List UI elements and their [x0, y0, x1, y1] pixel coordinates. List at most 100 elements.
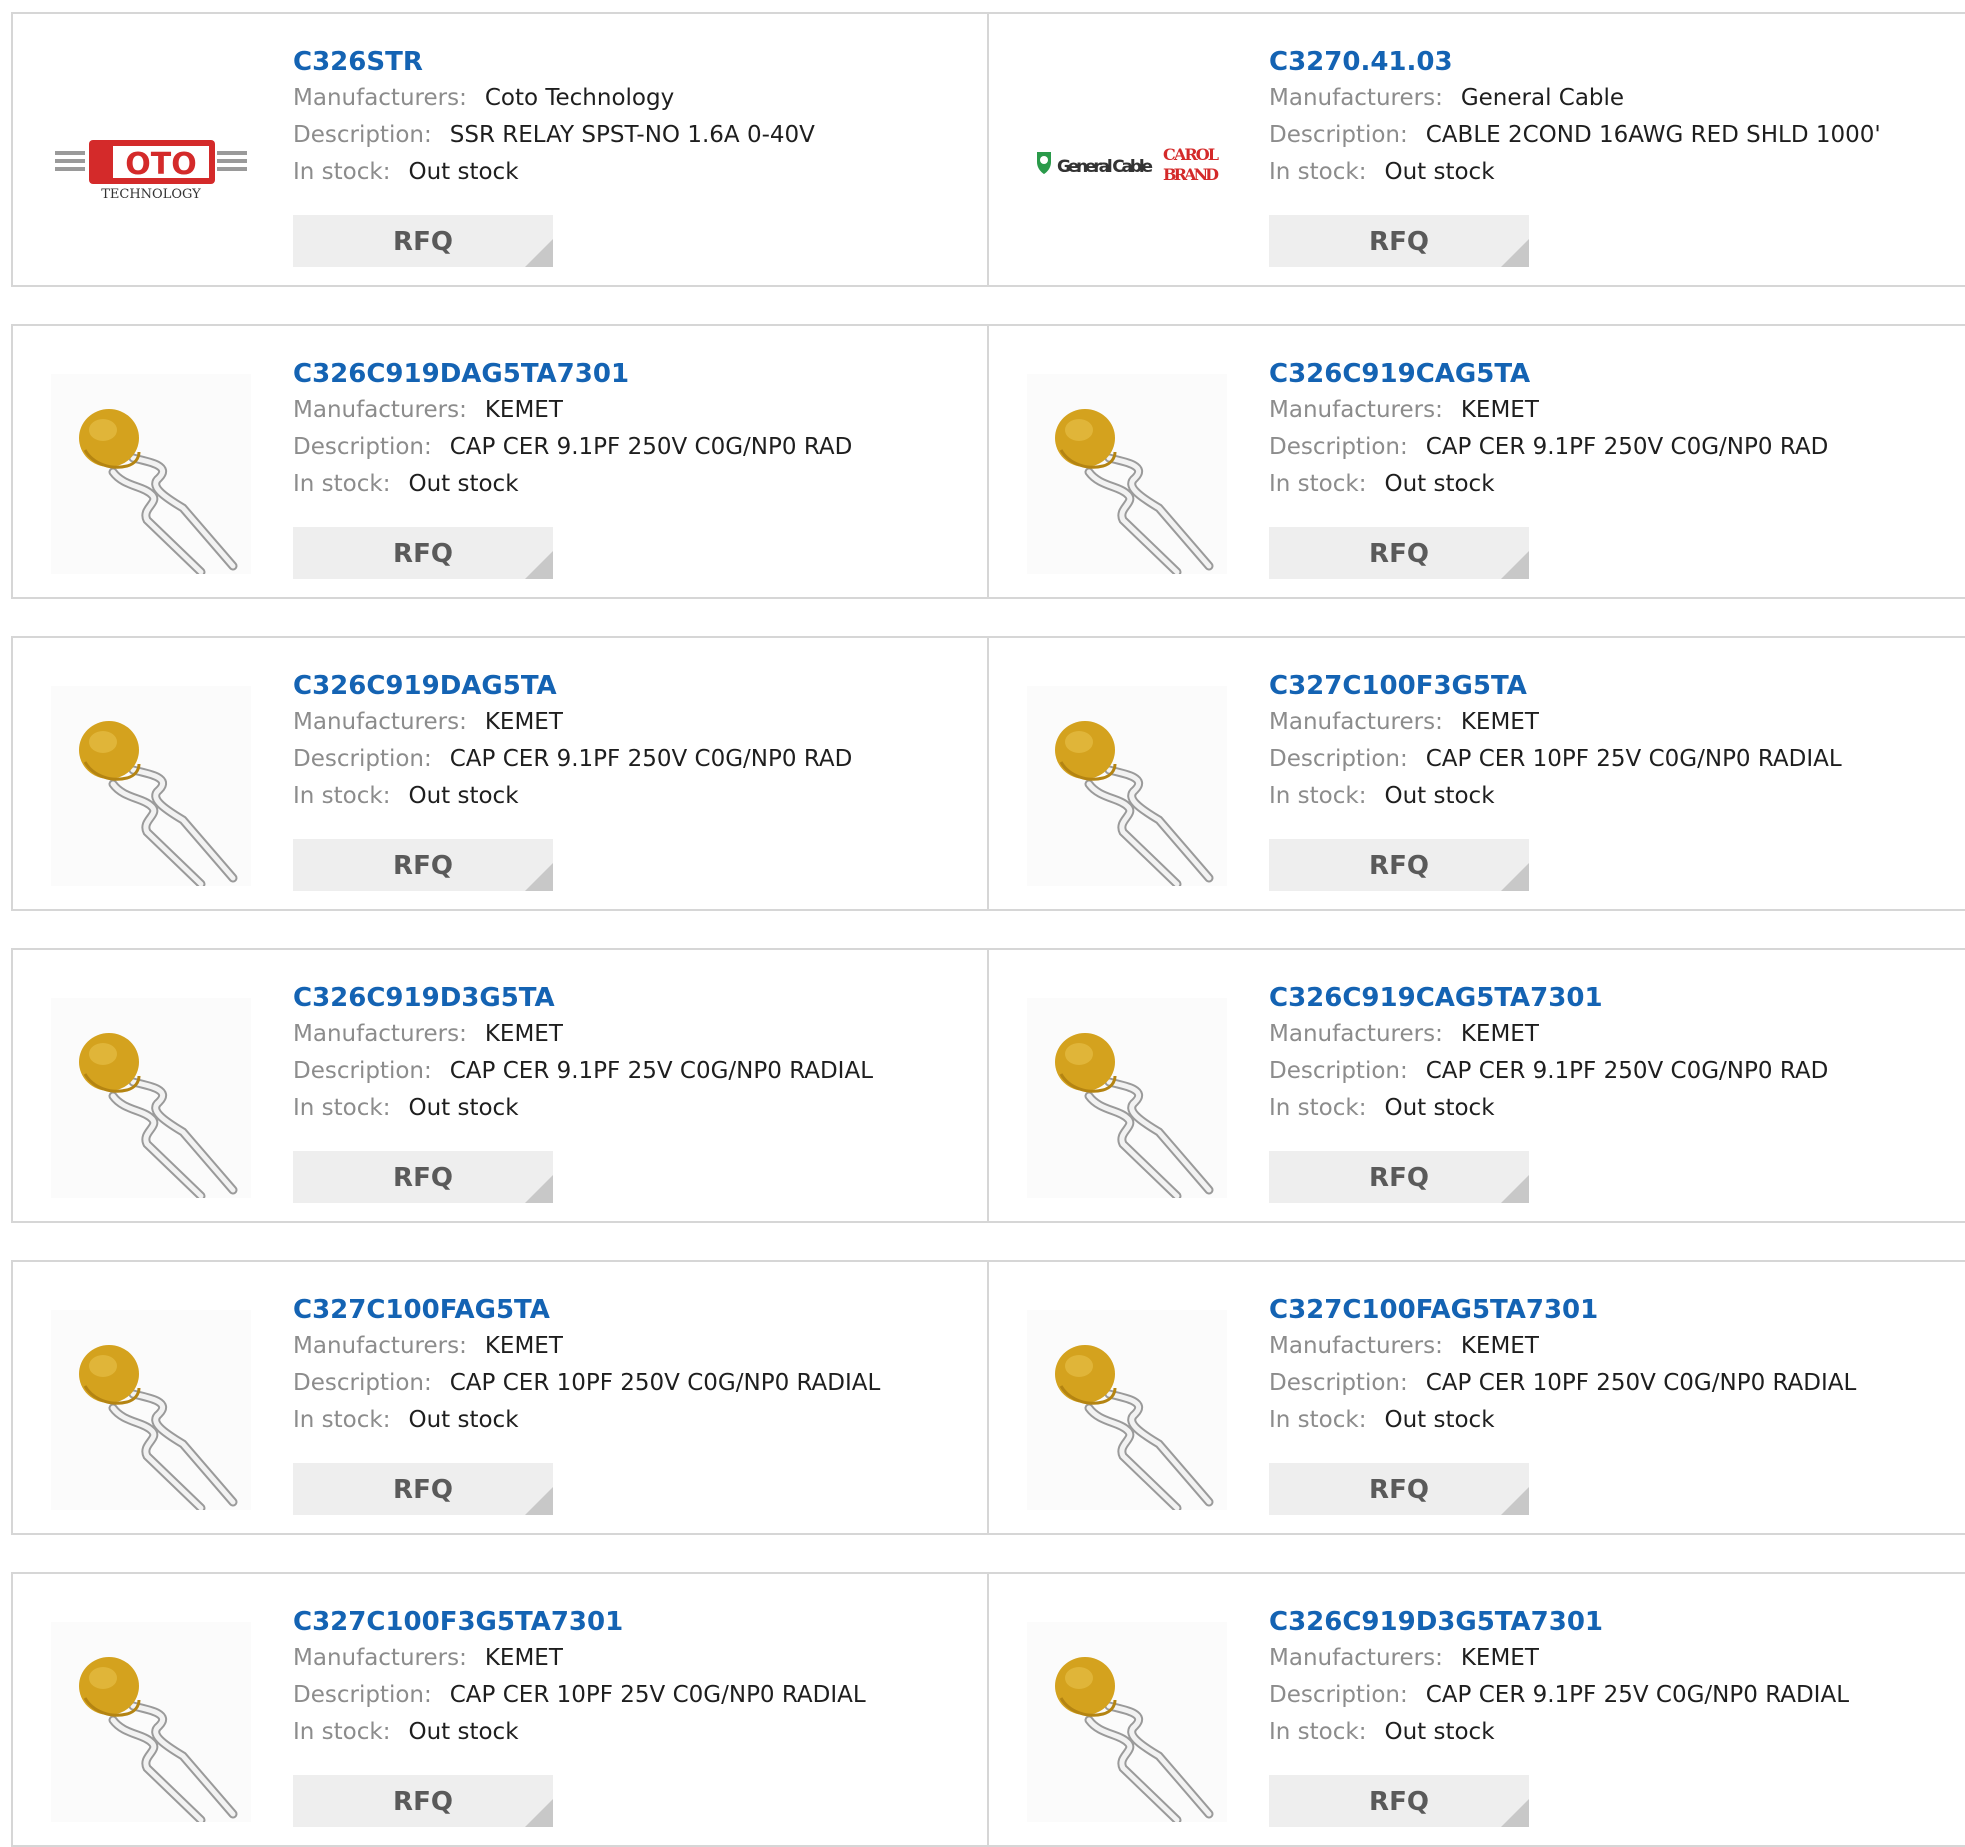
product-thumbnail[interactable] — [51, 686, 251, 886]
stock-status-row: In stock: Out stock — [293, 1402, 977, 1439]
manufacturer-row: Manufacturers: General Cable — [1269, 80, 1955, 117]
part-number-link[interactable]: C326C919CAG5TA — [1269, 356, 1955, 392]
corner-triangle-icon — [525, 863, 553, 891]
manufacturer-label: Manufacturers: — [293, 1333, 467, 1359]
manufacturer-logo[interactable]: OTO TECHNOLOGY — [51, 62, 251, 262]
part-number-link[interactable]: C326C919DAG5TA — [293, 668, 977, 704]
part-number-link[interactable]: C326C919D3G5TA — [293, 980, 977, 1016]
rfq-button[interactable]: RFQ — [293, 1775, 553, 1827]
stock-status-label: In stock: — [293, 1095, 391, 1121]
rfq-button[interactable]: RFQ — [293, 215, 553, 267]
manufacturer-value: KEMET — [484, 709, 563, 735]
description-value: CAP CER 10PF 250V C0G/NP0 RADIAL — [449, 1370, 881, 1396]
product-card: C327C100F3G5TA Manufacturers: KEMET Descrip… — [989, 636, 1965, 911]
product-info: C326STR Manufacturers: Coto Technology Desc… — [293, 44, 977, 191]
description-label: Description: — [293, 1682, 432, 1708]
product-info: C326C919D3G5TA Manufacturers: KEMET Descrip… — [293, 980, 977, 1127]
manufacturer-value: General Cable — [1460, 85, 1625, 111]
part-number-link[interactable]: C327C100F3G5TA — [1269, 668, 1955, 704]
description-row: Description: SSR RELAY SPST-NO 1.6A 0-40V — [293, 117, 977, 154]
rfq-button[interactable]: RFQ — [1269, 1775, 1529, 1827]
description-value: CAP CER 9.1PF 25V C0G/NP0 RADIAL — [1425, 1682, 1850, 1708]
manufacturer-label: Manufacturers: — [293, 709, 467, 735]
part-number-link[interactable]: C326C919CAG5TA7301 — [1269, 980, 1955, 1016]
stock-status-value: Out stock — [1384, 471, 1495, 497]
description-value: SSR RELAY SPST-NO 1.6A 0-40V — [449, 122, 815, 148]
part-number-link[interactable]: C3270.41.03 — [1269, 44, 1955, 80]
manufacturer-value: KEMET — [484, 1333, 563, 1359]
manufacturer-logo[interactable]: General Cable CAROL BRAND — [1027, 62, 1227, 262]
product-thumbnail[interactable] — [1027, 1310, 1227, 1510]
part-number-link[interactable]: C326C919DAG5TA7301 — [293, 356, 977, 392]
part-number-link[interactable]: C327C100FAG5TA — [293, 1292, 977, 1328]
rfq-label: RFQ — [393, 851, 453, 881]
description-label: Description: — [1269, 1058, 1408, 1084]
manufacturer-value: KEMET — [484, 1021, 563, 1047]
product-thumbnail[interactable] — [1027, 1622, 1227, 1822]
stock-status-row: In stock: Out stock — [1269, 1090, 1955, 1127]
manufacturer-value: KEMET — [1460, 397, 1539, 423]
description-row: Description: CAP CER 9.1PF 250V C0G/NP0 R… — [1269, 429, 1955, 466]
description-value: CAP CER 9.1PF 250V C0G/NP0 RAD — [449, 434, 853, 460]
rfq-button[interactable]: RFQ — [293, 839, 553, 891]
part-number-link[interactable]: C327C100F3G5TA7301 — [293, 1604, 977, 1640]
product-card: C326C919CAG5TA Manufacturers: KEMET Descrip… — [989, 324, 1965, 599]
stock-status-label: In stock: — [293, 1719, 391, 1745]
stock-status-value: Out stock — [1384, 1095, 1495, 1121]
svg-text:General Cable: General Cable — [1057, 157, 1153, 177]
description-value: CAP CER 9.1PF 250V C0G/NP0 RAD — [449, 746, 853, 772]
stock-status-row: In stock: Out stock — [293, 1090, 977, 1127]
manufacturer-label: Manufacturers: — [293, 1021, 467, 1047]
rfq-button[interactable]: RFQ — [1269, 1151, 1529, 1203]
product-info: C326C919CAG5TA7301 Manufacturers: KEMET Des… — [1269, 980, 1955, 1127]
product-thumbnail[interactable] — [51, 374, 251, 574]
description-row: Description: CAP CER 9.1PF 250V C0G/NP0 R… — [293, 741, 977, 778]
product-card: C327C100F3G5TA7301 Manufacturers: KEMET Des… — [11, 1572, 989, 1847]
stock-status-label: In stock: — [1269, 783, 1367, 809]
rfq-button[interactable]: RFQ — [293, 527, 553, 579]
stock-status-row: In stock: Out stock — [293, 466, 977, 503]
rfq-button[interactable]: RFQ — [293, 1151, 553, 1203]
stock-status-value: Out stock — [1384, 159, 1495, 185]
svg-text:CAROL: CAROL — [1163, 145, 1219, 164]
product-thumbnail[interactable] — [51, 998, 251, 1198]
rfq-button[interactable]: RFQ — [293, 1463, 553, 1515]
corner-triangle-icon — [1501, 1799, 1529, 1827]
product-thumbnail[interactable] — [51, 1622, 251, 1822]
rfq-button[interactable]: RFQ — [1269, 839, 1529, 891]
rfq-button[interactable]: RFQ — [1269, 215, 1529, 267]
stock-status-label: In stock: — [1269, 1719, 1367, 1745]
stock-status-row: In stock: Out stock — [293, 1714, 977, 1751]
product-info: C326C919DAG5TA Manufacturers: KEMET Descrip… — [293, 668, 977, 815]
product-thumbnail[interactable] — [1027, 998, 1227, 1198]
description-label: Description: — [293, 1058, 432, 1084]
part-number-link[interactable]: C326STR — [293, 44, 977, 80]
description-value: CAP CER 9.1PF 250V C0G/NP0 RAD — [1425, 434, 1829, 460]
stock-status-value: Out stock — [408, 1719, 519, 1745]
description-row: Description: CAP CER 10PF 25V C0G/NP0 RAD… — [1269, 741, 1955, 778]
manufacturer-value: KEMET — [1460, 709, 1539, 735]
rfq-label: RFQ — [1369, 1475, 1429, 1505]
product-thumbnail[interactable] — [51, 1310, 251, 1510]
rfq-button[interactable]: RFQ — [1269, 527, 1529, 579]
product-thumbnail[interactable] — [1027, 374, 1227, 574]
manufacturer-value: Coto Technology — [484, 85, 675, 111]
manufacturer-value: KEMET — [1460, 1021, 1539, 1047]
description-label: Description: — [1269, 434, 1408, 460]
product-card: C326C919CAG5TA7301 Manufacturers: KEMET Des… — [989, 948, 1965, 1223]
rfq-button[interactable]: RFQ — [1269, 1463, 1529, 1515]
description-value: CABLE 2COND 16AWG RED SHLD 1000' — [1425, 122, 1881, 148]
stock-status-label: In stock: — [1269, 471, 1367, 497]
stock-status-value: Out stock — [408, 159, 519, 185]
product-thumbnail[interactable] — [1027, 686, 1227, 886]
manufacturer-row: Manufacturers: KEMET — [1269, 1640, 1955, 1677]
manufacturer-row: Manufacturers: KEMET — [1269, 704, 1955, 741]
stock-status-row: In stock: Out stock — [293, 778, 977, 815]
part-number-link[interactable]: C326C919D3G5TA7301 — [1269, 1604, 1955, 1640]
rfq-label: RFQ — [393, 1475, 453, 1505]
description-label: Description: — [293, 1370, 432, 1396]
part-number-link[interactable]: C327C100FAG5TA7301 — [1269, 1292, 1955, 1328]
description-label: Description: — [293, 122, 432, 148]
description-row: Description: CAP CER 9.1PF 250V C0G/NP0 R… — [1269, 1053, 1955, 1090]
product-info: C326C919DAG5TA7301 Manufacturers: KEMET Des… — [293, 356, 977, 503]
